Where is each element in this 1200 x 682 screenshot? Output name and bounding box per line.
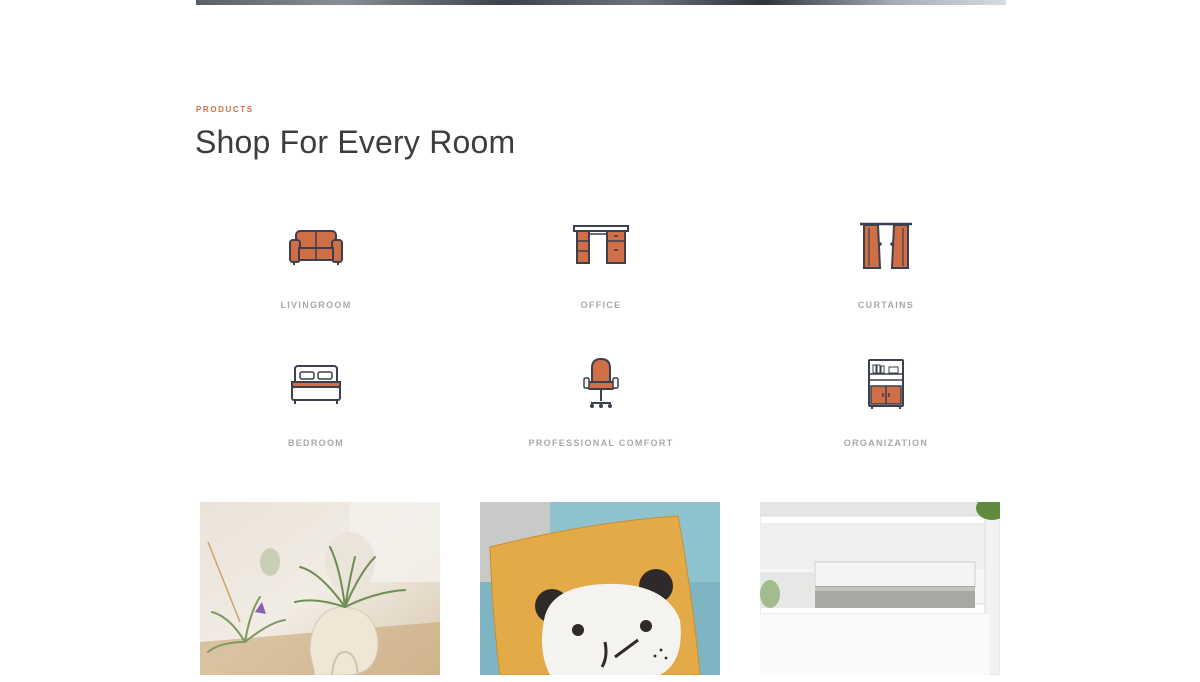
section-eyebrow: PRODUCTS [196, 105, 254, 114]
section-title: Shop For Every Room [195, 124, 516, 160]
product-photo-shelf[interactable] [760, 502, 1000, 682]
bed-icon [196, 358, 436, 414]
bookcase-icon [766, 358, 1006, 414]
air-plants-image [200, 502, 440, 676]
category-livingroom[interactable]: LIVINGROOM [196, 220, 436, 310]
category-label: PROFESSIONAL COMFORT [528, 438, 674, 448]
category-label: BEDROOM [287, 438, 345, 448]
category-label: ORGANIZATION [843, 438, 929, 448]
product-photo-bear-pillow[interactable] [480, 502, 720, 682]
category-organization[interactable]: ORGANIZATION [766, 358, 1006, 448]
category-label: OFFICE [580, 300, 622, 310]
category-curtains[interactable]: CURTAINS [766, 220, 1006, 310]
desk-icon [481, 220, 721, 276]
bear-pillow-image [480, 502, 720, 676]
office-chair-icon [481, 358, 721, 414]
shelf-books-image [760, 502, 1000, 676]
hero-image-bottom-edge [196, 0, 1006, 5]
product-photo-air-plants[interactable] [200, 502, 440, 682]
category-label: CURTAINS [857, 300, 915, 310]
category-bedroom[interactable]: BEDROOM [196, 358, 436, 448]
category-office[interactable]: OFFICE [481, 220, 721, 310]
sofa-icon [196, 220, 436, 276]
category-label: LIVINGROOM [280, 300, 352, 310]
category-professional-comfort[interactable]: PROFESSIONAL COMFORT [481, 358, 721, 448]
curtains-icon [766, 220, 1006, 276]
